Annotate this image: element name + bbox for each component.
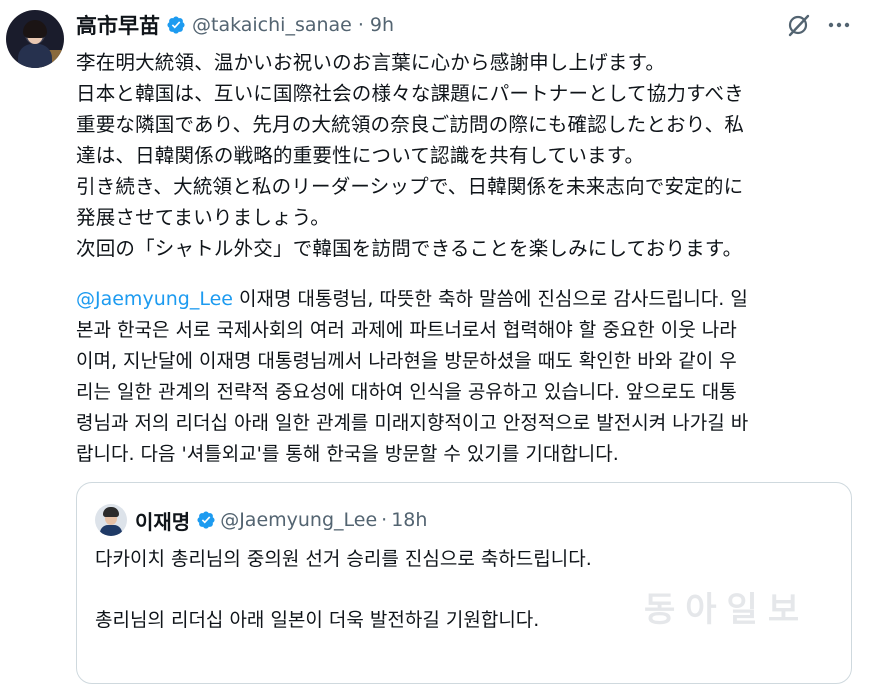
text-line: 発展させてまいりましょう。 <box>76 206 330 229</box>
text-line: 達は、日韓関係の戦略的重要性について認識を共有しています。 <box>76 144 645 167</box>
quoted-author-avatar <box>95 504 127 536</box>
quoted-text-line: 총리님의 리더십 아래 일본이 더욱 발전하길 기원합니다. <box>95 609 540 631</box>
text-line: 日本と韓国は、互いに国際社会の様々な課題にパートナーとして協力すべき <box>76 82 744 105</box>
tweet-header: 高市早苗 @takaichi_sanae · 9h <box>76 10 394 40</box>
quoted-author-handle: @Jaemyung_Lee <box>220 509 378 531</box>
tweet-text-korean: @Jaemyung_Lee 이재명 대통령님, 따뜻한 축하 말씀에 진심으로 … <box>76 284 748 470</box>
tweet-text-japanese: 李在明大統領、温かいお祝いのお言葉に心から感謝申し上げます。 日本と韓国は、互い… <box>76 47 744 264</box>
text-segment: 이재명 대통령님, 따뜻한 축하 말씀에 진심으로 감사드립니다. 일 <box>232 288 748 310</box>
quoted-tweet-time: 18h <box>391 509 428 531</box>
text-line: 李在明大統領、温かいお祝いのお言葉に心から感謝申し上げます。 <box>76 51 666 74</box>
text-line: 이며, 지난달에 이재명 대통령님께서 나라현을 방문하셨을 때도 확인한 바와… <box>76 350 737 372</box>
text-line: 次回の「シャトル外交」で韓国を訪問できることを楽しみにしております。 <box>76 237 743 260</box>
author-avatar[interactable] <box>6 10 64 68</box>
verified-badge-icon <box>166 15 186 35</box>
watermark-logo: 동아일보 <box>644 590 810 630</box>
separator-dot: · <box>381 509 388 531</box>
text-line: 령님과 저의 리더십 아래 일한 관계를 미래지향적이고 안정적으로 발전시켜 … <box>76 412 749 434</box>
quoted-tweet-header: 이재명 @Jaemyung_Lee · 18h <box>95 503 427 537</box>
tweet-time[interactable]: 9h <box>370 14 394 36</box>
quoted-text-line: 다카이치 총리님의 중의원 선거 승리를 진심으로 축하드립니다. <box>95 548 592 570</box>
mention-link[interactable]: @Jaemyung_Lee <box>76 288 233 310</box>
author-name[interactable]: 高市早苗 <box>76 10 160 40</box>
more-icon[interactable] <box>826 12 852 42</box>
text-line: 본과 한국은 서로 국제사회의 여러 과제에 파트너로서 협력해야 할 중요한 … <box>76 319 737 341</box>
author-handle[interactable]: @takaichi_sanae <box>192 14 352 36</box>
grok-icon[interactable] <box>786 12 812 42</box>
separator-dot: · <box>357 14 364 36</box>
text-line: @Jaemyung_Lee 이재명 대통령님, 따뜻한 축하 말씀에 진심으로 … <box>76 284 748 315</box>
header-actions <box>786 12 852 42</box>
text-line: 리는 일한 관계의 전략적 중요성에 대하여 인식을 공유하고 있습니다. 앞으… <box>76 381 737 403</box>
text-line: 랍니다. 다음 '셔틀외교'를 통해 한국을 방문할 수 있기를 기대합니다. <box>76 443 619 465</box>
quoted-author-name: 이재명 <box>135 509 191 534</box>
verified-badge-icon <box>196 510 216 530</box>
text-line: 引き続き、大統領と私のリーダーシップで、日韓関係を未来志向で安定的に <box>76 175 744 198</box>
text-line: 重要な隣国であり、先月の大統領の奈良ご訪問の際にも確認したとおり、私 <box>76 113 745 136</box>
